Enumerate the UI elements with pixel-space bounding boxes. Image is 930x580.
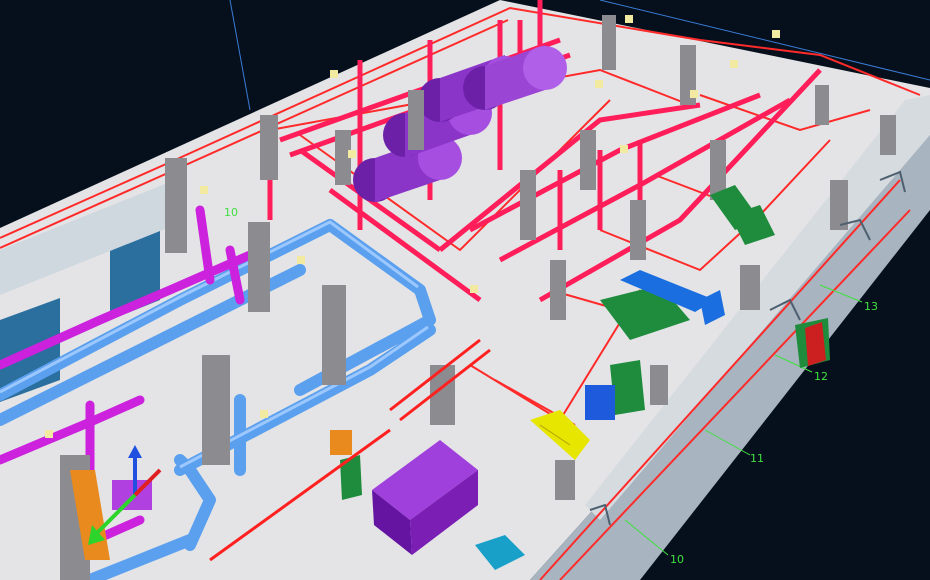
axis-label-13: 13 [864,300,878,313]
bim-3d-viewport[interactable]: 13 12 11 10 10 [0,0,930,580]
axis-label-10: 10 [670,553,684,566]
axis-label-11: 11 [750,452,764,465]
axis-label-10-left: 10 [224,206,238,219]
axis-label-12: 12 [814,370,828,383]
